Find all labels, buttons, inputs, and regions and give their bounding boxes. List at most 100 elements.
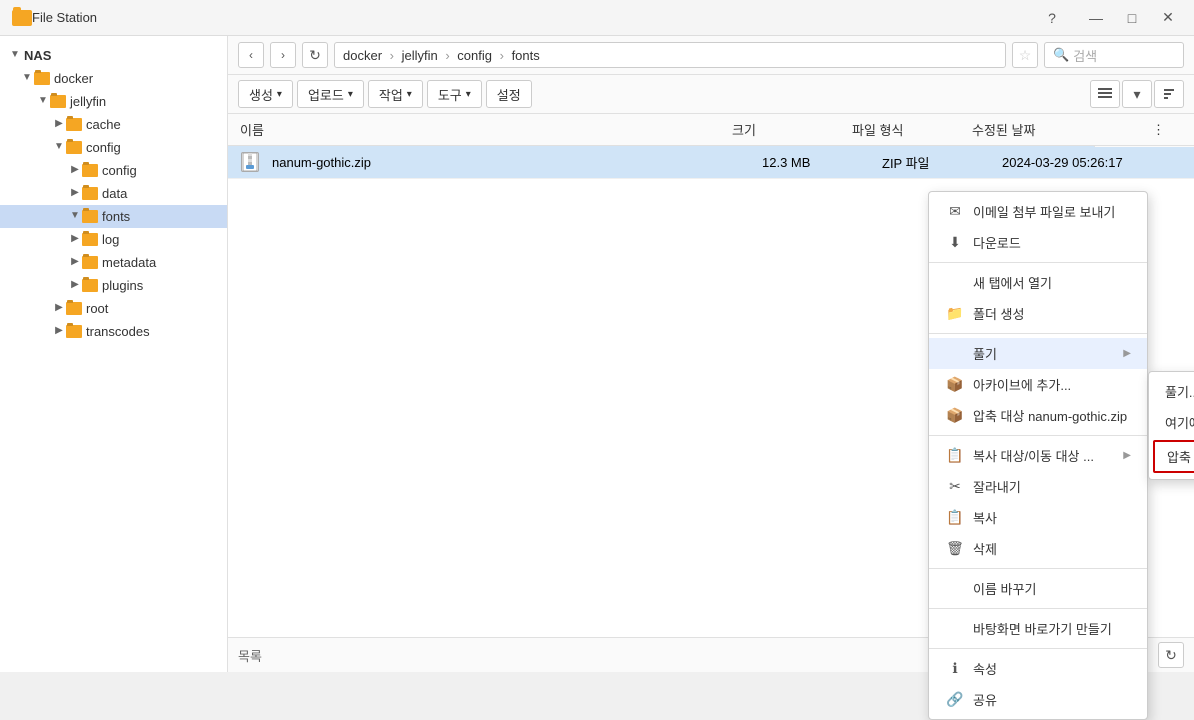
menu-cut[interactable]: ✂ 잘라내기 xyxy=(929,471,1147,502)
config-label: config xyxy=(102,163,137,178)
sidebar-item-plugins[interactable]: plugins xyxy=(0,274,227,297)
log-label: log xyxy=(102,232,119,247)
menu-new-tab[interactable]: 새 탭에서 열기 xyxy=(929,267,1147,298)
menu-desktop[interactable]: 바탕화면 바로가기 만들기 xyxy=(929,613,1147,644)
menu-compress[interactable]: 📦 압축 대상 nanum-gothic.zip xyxy=(929,400,1147,431)
submenu-extract-to[interactable]: 압축 풀기 위치 nanum-gothic/ xyxy=(1153,440,1194,473)
docker-arrow[interactable] xyxy=(20,72,34,86)
menu-email[interactable]: ✉ 이메일 첨부 파일로 보내기 xyxy=(929,196,1147,227)
sidebar-item-root[interactable]: root xyxy=(0,297,227,320)
app-icon xyxy=(12,10,32,26)
main-layout: NAS docker jellyfin cache config xyxy=(0,36,1194,672)
table-row[interactable]: nanum-gothic.zip 12.3 MB ZIP 파일 2024-03-… xyxy=(228,146,1194,179)
menu-divider-4 xyxy=(929,568,1147,569)
metadata-label: metadata xyxy=(102,255,156,270)
sidebar-item-config-parent[interactable]: config xyxy=(0,136,227,159)
col-size-header[interactable]: 크기 xyxy=(732,120,852,139)
nav-toolbar: ‹ › ↻ docker › jellyfin › config › fonts… xyxy=(228,36,1194,75)
transcodes-label: transcodes xyxy=(86,324,150,339)
cache-label: cache xyxy=(86,117,121,132)
minimize-button[interactable]: — xyxy=(1082,6,1110,30)
config-arrow[interactable] xyxy=(68,164,82,178)
back-button[interactable]: ‹ xyxy=(238,42,264,68)
menu-extract[interactable]: 풀기 ▶ xyxy=(929,338,1147,369)
jellyfin-arrow[interactable] xyxy=(36,95,50,109)
bottom-refresh-button[interactable]: ↻ xyxy=(1158,642,1184,668)
cache-arrow[interactable] xyxy=(52,118,66,132)
menu-share[interactable]: 🔗 공유 xyxy=(929,684,1147,715)
close-button[interactable]: ✕ xyxy=(1154,6,1182,30)
sidebar-item-fonts[interactable]: fonts xyxy=(0,205,227,228)
menu-copy[interactable]: 📋 복사 xyxy=(929,502,1147,533)
fonts-folder-icon xyxy=(82,210,98,223)
refresh-button[interactable]: ↻ xyxy=(302,42,328,68)
path-text: docker › jellyfin › config › fonts xyxy=(343,48,540,63)
col-more-header: ⋮ xyxy=(1152,122,1182,138)
create-button[interactable]: 생성 ▾ xyxy=(238,80,293,108)
root-arrow[interactable] xyxy=(52,302,66,316)
sidebar-item-jellyfin[interactable]: jellyfin xyxy=(0,90,227,113)
menu-divider-3 xyxy=(929,435,1147,436)
sidebar-item-data[interactable]: data xyxy=(0,182,227,205)
data-arrow[interactable] xyxy=(68,187,82,201)
submenu-extract-here[interactable]: 여기에 압축 풀기 xyxy=(1149,407,1194,438)
tools-button[interactable]: 도구 ▾ xyxy=(427,80,482,108)
window-controls: ? — □ ✕ xyxy=(1038,6,1182,30)
search-bar[interactable]: 🔍 검색 xyxy=(1044,42,1184,68)
log-folder-icon xyxy=(82,233,98,246)
settings-button[interactable]: 설정 xyxy=(486,80,532,108)
transcodes-arrow[interactable] xyxy=(52,325,66,339)
action-toolbar: 생성 ▾ 업로드 ▾ 작업 ▾ 도구 ▾ 설정 ▾ xyxy=(228,75,1194,114)
menu-properties[interactable]: ℹ 속성 xyxy=(929,653,1147,684)
submenu-extract[interactable]: 풀기... xyxy=(1149,376,1194,407)
properties-icon: ℹ xyxy=(945,660,965,677)
metadata-arrow[interactable] xyxy=(68,256,82,270)
path-bar[interactable]: docker › jellyfin › config › fonts xyxy=(334,42,1006,68)
sort-button[interactable] xyxy=(1154,80,1184,108)
copy-move-icon: 📋 xyxy=(945,447,965,464)
menu-copy-move[interactable]: 📋 복사 대상/이동 대상 ... ▶ xyxy=(929,440,1147,471)
plugins-folder-icon xyxy=(82,279,98,292)
data-label: data xyxy=(102,186,127,201)
sidebar-item-transcodes[interactable]: transcodes xyxy=(0,320,227,343)
upload-button[interactable]: 업로드 ▾ xyxy=(297,80,364,108)
email-icon: ✉ xyxy=(945,203,965,220)
action-button[interactable]: 작업 ▾ xyxy=(368,80,423,108)
maximize-button[interactable]: □ xyxy=(1118,6,1146,30)
content-area: ‹ › ↻ docker › jellyfin › config › fonts… xyxy=(228,36,1194,672)
menu-archive-add[interactable]: 📦 아카이브에 추가... xyxy=(929,369,1147,400)
search-placeholder: 검색 xyxy=(1073,46,1097,65)
menu-new-folder[interactable]: 📁 폴더 생성 xyxy=(929,298,1147,329)
menu-divider-5 xyxy=(929,608,1147,609)
col-type-header[interactable]: 파일 형식 xyxy=(852,120,972,139)
sidebar-item-docker[interactable]: docker xyxy=(0,67,227,90)
sidebar-item-config[interactable]: config xyxy=(0,159,227,182)
zip-file-icon xyxy=(240,152,260,172)
forward-button[interactable]: › xyxy=(270,42,296,68)
cut-icon: ✂ xyxy=(945,478,965,495)
list-view-button[interactable] xyxy=(1090,80,1120,108)
col-date-header[interactable]: 수정된 날짜 xyxy=(972,120,1152,139)
view-dropdown-button[interactable]: ▾ xyxy=(1122,80,1152,108)
config-parent-arrow[interactable] xyxy=(52,141,66,155)
sidebar-item-log[interactable]: log xyxy=(0,228,227,251)
jellyfin-folder-icon xyxy=(50,95,66,108)
bottom-list-label: 목록 xyxy=(238,646,262,665)
sidebar-item-metadata[interactable]: metadata xyxy=(0,251,227,274)
file-list-header: 이름 크기 파일 형식 수정된 날짜 ⋮ xyxy=(228,114,1194,146)
zip-icon xyxy=(241,152,259,172)
plugins-arrow[interactable] xyxy=(68,279,82,293)
menu-rename[interactable]: 이름 바꾸기 xyxy=(929,573,1147,604)
menu-delete[interactable]: 🗑 삭제 xyxy=(929,533,1147,564)
col-name-header[interactable]: 이름 xyxy=(240,120,732,139)
log-arrow[interactable] xyxy=(68,233,82,247)
help-button[interactable]: ? xyxy=(1038,6,1066,30)
view-buttons: ▾ xyxy=(1090,80,1184,108)
nas-arrow[interactable] xyxy=(8,49,22,63)
menu-download[interactable]: ⬇ 다운로드 xyxy=(929,227,1147,258)
sidebar-item-cache[interactable]: cache xyxy=(0,113,227,136)
favorite-button[interactable]: ☆ xyxy=(1012,42,1038,68)
root-label: root xyxy=(86,301,108,316)
sidebar-item-nas[interactable]: NAS xyxy=(0,44,227,67)
fonts-arrow[interactable] xyxy=(68,210,82,224)
